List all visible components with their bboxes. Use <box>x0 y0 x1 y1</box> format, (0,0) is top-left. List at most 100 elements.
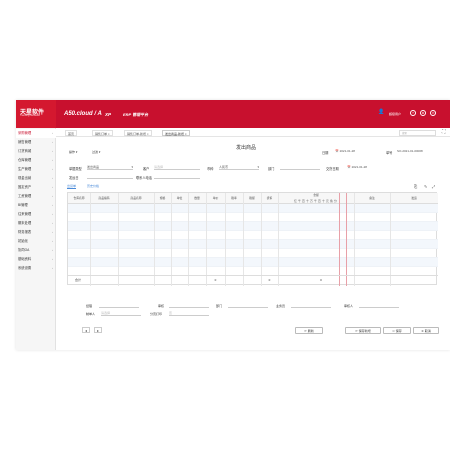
refresh-button[interactable]: ⟳刷新 <box>295 327 323 334</box>
col-qty[interactable]: 数量 <box>188 193 206 204</box>
table-row[interactable] <box>68 222 438 231</box>
user-name[interactable]: 超级用户 <box>389 112 401 116</box>
sidebar-item[interactable]: 固定资产 › <box>16 183 56 192</box>
sidebar-item[interactable]: 财务报表 › <box>16 228 56 237</box>
subtab-history-price[interactable]: 历史价格 <box>87 184 99 188</box>
footer-total-label: 合计 <box>74 278 81 282</box>
help-icon[interactable]: ? <box>410 110 416 116</box>
col-price[interactable]: 单价 <box>206 193 225 204</box>
edit-icon[interactable]: ✎ <box>424 184 427 189</box>
sidebar-item[interactable]: 基础资料 › <box>16 255 56 264</box>
table-row[interactable] <box>68 231 438 240</box>
sidebar-item[interactable]: 工资管理 › <box>16 192 56 201</box>
col-taxrate[interactable]: 税率 <box>225 193 243 204</box>
sidebar-item[interactable]: 生产管理 › <box>16 165 56 174</box>
fullscreen-icon[interactable]: ⛶ <box>442 129 446 135</box>
delivery-date-field[interactable]: 📅 2021-01-28 <box>347 165 367 170</box>
col-warehouse[interactable]: 仓库名称 <box>68 193 90 204</box>
filter-label: 过滤 <box>92 150 99 154</box>
doc-type-value: 发出商品 <box>87 165 100 169</box>
number-field[interactable]: SO-2021-01-00008 <box>397 149 423 154</box>
save-new-button[interactable]: ⟳保存新增 <box>345 327 381 334</box>
salesman-input[interactable] <box>291 303 331 308</box>
brand-logo[interactable]: 天星软件 Tianxing Software <box>16 100 56 128</box>
customer-input[interactable]: 请选择 <box>154 165 200 170</box>
tab-sales-order[interactable]: 销售订单 × <box>92 129 113 136</box>
col-remark[interactable]: 备注 <box>354 193 390 204</box>
delivery-date-value: 2021-01-28 <box>351 165 367 169</box>
settings-icon[interactable]: ⚙ <box>420 110 426 116</box>
filter-menu-button[interactable]: 过滤 ▾ <box>92 150 100 154</box>
sidebar-item[interactable]: 协同OA › <box>16 246 56 255</box>
salesman-label: 业务员 <box>276 304 286 308</box>
tab-sales-order-new[interactable]: 销售订单-新增 × <box>124 129 152 136</box>
doc-type-label: 单据类型 <box>69 167 82 171</box>
expand-icon[interactable]: ⤢ <box>432 184 435 189</box>
dept-input[interactable] <box>280 165 320 170</box>
bottom-dept-label: 部门 <box>216 304 223 308</box>
sidebar-item[interactable]: 系统设置 › <box>16 264 56 273</box>
col-discount[interactable]: 折扣 <box>261 193 278 204</box>
col-unit[interactable]: 单位 <box>171 193 188 204</box>
table-row[interactable] <box>68 249 438 258</box>
table-row[interactable] <box>68 258 438 267</box>
print-select[interactable]: 否 <box>169 311 209 316</box>
user-icon[interactable]: 👤 <box>378 110 384 116</box>
doc-type-select[interactable]: 发出商品 ▾ <box>87 165 133 170</box>
reviewer-input[interactable] <box>169 303 209 308</box>
power-icon[interactable]: ⏻ <box>430 110 436 116</box>
sidebar-item[interactable]: 采购管理 › <box>16 129 56 138</box>
cancel-button[interactable]: ⊗取消 <box>413 327 439 334</box>
ops-menu-button[interactable]: 操作 ▾ <box>69 150 77 154</box>
col-name[interactable]: 商品名称 <box>118 193 154 204</box>
sidebar-item[interactable]: 订货商城 › <box>16 147 56 156</box>
manager-input[interactable] <box>99 303 139 308</box>
tab-search-input[interactable]: 搜索 <box>399 129 436 136</box>
sidebar-item[interactable]: 销售管理 › <box>16 138 56 147</box>
maker-input[interactable]: 请选择 <box>101 311 141 316</box>
sidebar-item[interactable]: 现金出纳 › <box>16 174 56 183</box>
table-row[interactable] <box>68 240 438 249</box>
close-icon[interactable]: × <box>185 132 187 136</box>
table-row[interactable] <box>68 213 438 222</box>
app-name: A50.cloud / A <box>64 111 102 117</box>
sidebar-item-label: 往来管理 <box>18 212 32 216</box>
ship-day-input[interactable] <box>87 174 133 179</box>
copy-icon[interactable]: ⎘ <box>414 184 417 189</box>
tab-delivery-new[interactable]: 发出商品-新增 × <box>162 129 190 136</box>
tab-home[interactable]: 首页 <box>65 129 78 136</box>
date-field[interactable]: 📅 2021-01-28 <box>335 149 355 154</box>
col-tax[interactable]: 税额 <box>243 193 261 204</box>
sidebar-item[interactable]: 往来管理 › <box>16 210 56 219</box>
sidebar-item-label: 销售管理 <box>18 140 32 144</box>
close-icon[interactable]: × <box>147 132 149 136</box>
footer-qty: 0 <box>214 278 217 282</box>
close-icon[interactable]: × <box>108 132 110 136</box>
contact-label: 联系人电话 <box>136 176 152 180</box>
currency-select[interactable]: 人民币 ▾ <box>219 165 259 170</box>
number-label: 单号 <box>386 151 393 155</box>
chevron-right-icon: › <box>52 194 53 198</box>
chevron-down-icon: ▾ <box>257 165 259 169</box>
sidebar-item[interactable]: BI管理 › <box>16 201 56 210</box>
cancel-label: 取消 <box>424 329 431 333</box>
bottom-dept-input[interactable] <box>228 303 268 308</box>
table-row[interactable] <box>68 204 438 213</box>
save-new-icon: ⟳ <box>355 329 358 333</box>
auditor-input[interactable] <box>359 303 399 308</box>
save-label: 保存 <box>395 329 402 333</box>
subtab-shipment[interactable]: 出货单 <box>67 184 77 189</box>
sidebar-item[interactable]: 期末处理 › <box>16 219 56 228</box>
prev-record-button[interactable]: ◂ <box>82 327 90 333</box>
sidebar-item-label: 财务报表 <box>18 230 32 234</box>
sidebar-item[interactable]: 仓库管理 › <box>16 156 56 165</box>
sidebar-item-label: 协同OA <box>18 248 30 252</box>
next-record-button[interactable]: ▸ <box>94 327 102 333</box>
col-ship[interactable]: 发运 <box>390 193 438 204</box>
chevron-right-icon: › <box>52 185 53 189</box>
col-spec[interactable]: 规格 <box>154 193 171 204</box>
contact-input[interactable] <box>154 174 200 179</box>
sidebar-item[interactable]: 初始化 › <box>16 237 56 246</box>
col-code[interactable]: 商品编码 <box>90 193 118 204</box>
save-button[interactable]: ⊙保存 <box>383 327 411 334</box>
